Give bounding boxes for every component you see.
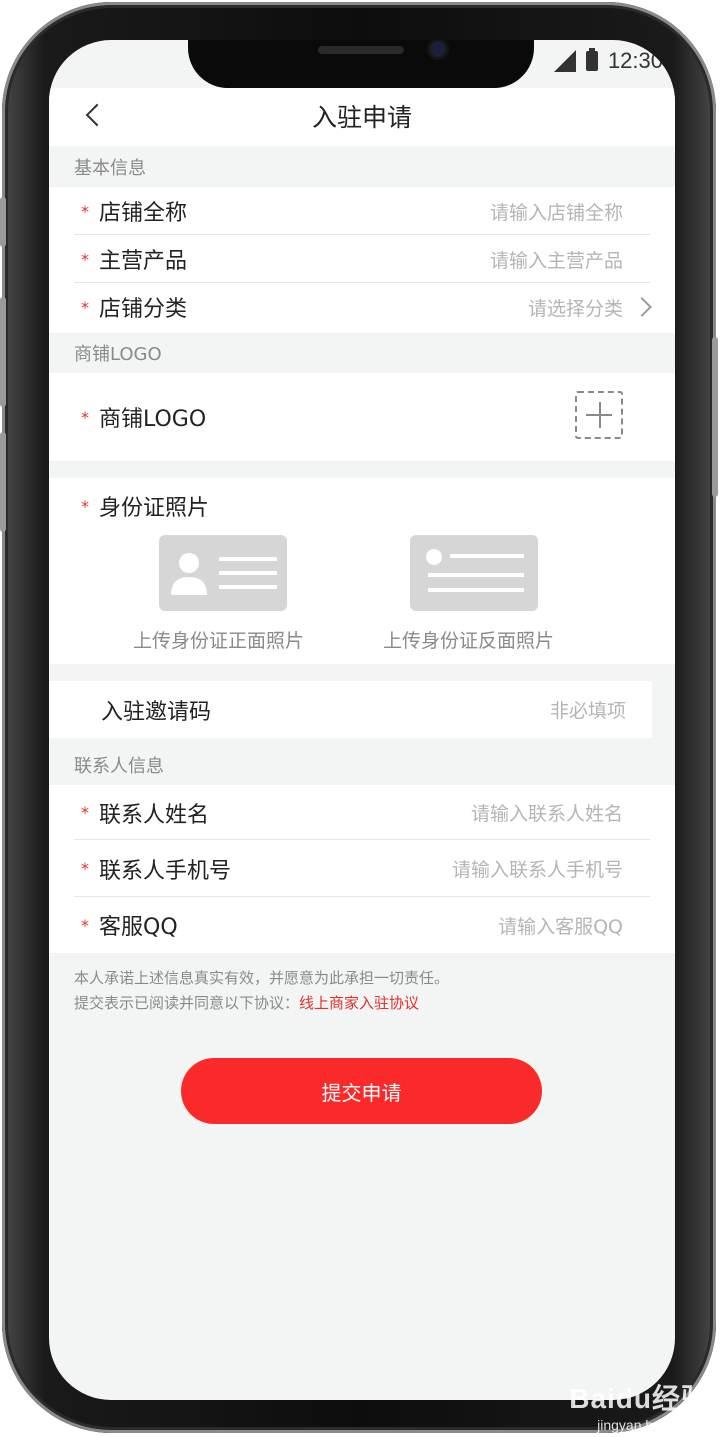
main-product-input[interactable]: 请输入主营产品 xyxy=(490,246,623,273)
required-mark: * xyxy=(81,859,89,878)
baidu-watermark: Baidu经验 jingyan.baidu.com xyxy=(569,1377,710,1433)
phone-frame: 12:30 入驻申请 基本信息 * 店铺全称 请输入店铺全称 * 主营产品 请输… xyxy=(0,2,718,1433)
store-name-input[interactable]: 请输入店铺全称 xyxy=(490,198,623,225)
contact-name-label: 联系人姓名 xyxy=(99,802,210,828)
speaker xyxy=(318,46,404,54)
logo-upload-button[interactable] xyxy=(575,391,623,439)
idcard-label: 身份证照片 xyxy=(99,496,210,521)
invite-code-row[interactable]: 入驻邀请码 非必填项 xyxy=(49,681,652,738)
store-name-row[interactable]: * 店铺全称 请输入店铺全称 xyxy=(49,187,675,235)
idcard-group: * 身份证照片 上传身份证正面照片 上传身份证反面照片 xyxy=(49,478,675,664)
required-mark: * xyxy=(81,201,89,221)
volume-up-button xyxy=(0,297,6,407)
volume-down-button xyxy=(0,432,6,532)
page-title: 入驻申请 xyxy=(311,103,412,132)
required-mark: * xyxy=(81,297,89,317)
store-category-label: 店铺分类 xyxy=(99,297,188,322)
contact-phone-row[interactable]: * 联系人手机号 请输入联系人手机号 xyxy=(49,840,675,897)
store-category-select[interactable]: 请选择分类 xyxy=(528,294,623,321)
required-mark: * xyxy=(81,249,89,269)
invite-code-input[interactable]: 非必填项 xyxy=(550,696,626,723)
submit-button[interactable]: 提交申请 xyxy=(181,1058,542,1124)
section-basic-info: 基本信息 xyxy=(49,146,675,187)
main-product-row[interactable]: * 主营产品 请输入主营产品 xyxy=(49,235,675,283)
signal-icon xyxy=(553,50,576,72)
idcard-back-upload[interactable] xyxy=(410,535,538,611)
required-mark: * xyxy=(81,496,89,516)
required-mark: * xyxy=(81,407,89,427)
status-bar: 12:30 xyxy=(553,48,663,74)
agreement-line1: 本人承诺上述信息真实有效，并愿意为此承担一切责任。 xyxy=(74,969,450,987)
idcard-back-caption: 上传身份证反面照片 xyxy=(383,630,555,652)
chevron-right-icon xyxy=(632,297,652,317)
service-qq-input[interactable]: 请输入客服QQ xyxy=(498,912,623,939)
contact-group: * 联系人姓名 请输入联系人姓名 * 联系人手机号 请输入联系人手机号 * 客服… xyxy=(49,785,675,953)
required-mark: * xyxy=(81,803,89,822)
basic-info-group: * 店铺全称 请输入店铺全称 * 主营产品 请输入主营产品 * 店铺分类 请选择… xyxy=(49,187,675,333)
contact-phone-input[interactable]: 请输入联系人手机号 xyxy=(452,855,623,882)
invite-code-label: 入驻邀请码 xyxy=(101,699,212,725)
id-card-front-icon xyxy=(171,553,277,595)
agreement-link[interactable]: 线上商家入驻协议 xyxy=(299,994,419,1012)
notch xyxy=(188,40,534,88)
main-product-label: 主营产品 xyxy=(99,249,188,274)
contact-phone-label: 联系人手机号 xyxy=(99,858,232,884)
power-button xyxy=(712,337,718,497)
status-time: 12:30 xyxy=(607,48,663,73)
watermark-url: jingyan.baidu.com xyxy=(597,1417,710,1433)
idcard-front-upload[interactable] xyxy=(159,535,287,611)
agreement-text: 本人承诺上述信息真实有效，并愿意为此承担一切责任。 提交表示已阅读并同意以下协议… xyxy=(74,966,449,1016)
phone-screen: 12:30 入驻申请 基本信息 * 店铺全称 请输入店铺全称 * 主营产品 请输… xyxy=(49,40,675,1400)
mute-switch xyxy=(0,197,6,247)
logo-label: 商铺LOGO xyxy=(99,407,207,432)
store-category-row[interactable]: * 店铺分类 请选择分类 xyxy=(49,283,675,331)
watermark-brand: Baidu经验 xyxy=(569,1383,710,1414)
contact-name-row[interactable]: * 联系人姓名 请输入联系人姓名 xyxy=(49,785,675,840)
store-name-label: 店铺全称 xyxy=(99,201,188,226)
contact-name-input[interactable]: 请输入联系人姓名 xyxy=(471,799,623,826)
idcard-front-caption: 上传身份证正面照片 xyxy=(133,630,305,652)
service-qq-row[interactable]: * 客服QQ 请输入客服QQ xyxy=(49,897,675,953)
invite-row-inner: 入驻邀请码 非必填项 xyxy=(49,681,652,738)
required-mark: * xyxy=(81,915,89,935)
agreement-prefix: 提交表示已阅读并同意以下协议： xyxy=(74,994,300,1012)
front-camera xyxy=(430,41,446,57)
logo-group: * 商铺LOGO xyxy=(49,373,675,461)
idcard-row: * 身份证照片 xyxy=(49,478,675,534)
agreement-line2: 提交表示已阅读并同意以下协议：线上商家入驻协议 xyxy=(74,991,449,1016)
nav-bar: 入驻申请 xyxy=(49,88,675,146)
battery-icon xyxy=(585,48,598,71)
id-card-back-icon xyxy=(426,549,524,592)
section-logo: 商铺LOGO xyxy=(49,333,675,373)
section-contact: 联系人信息 xyxy=(49,745,675,785)
service-qq-label: 客服QQ xyxy=(99,915,178,940)
